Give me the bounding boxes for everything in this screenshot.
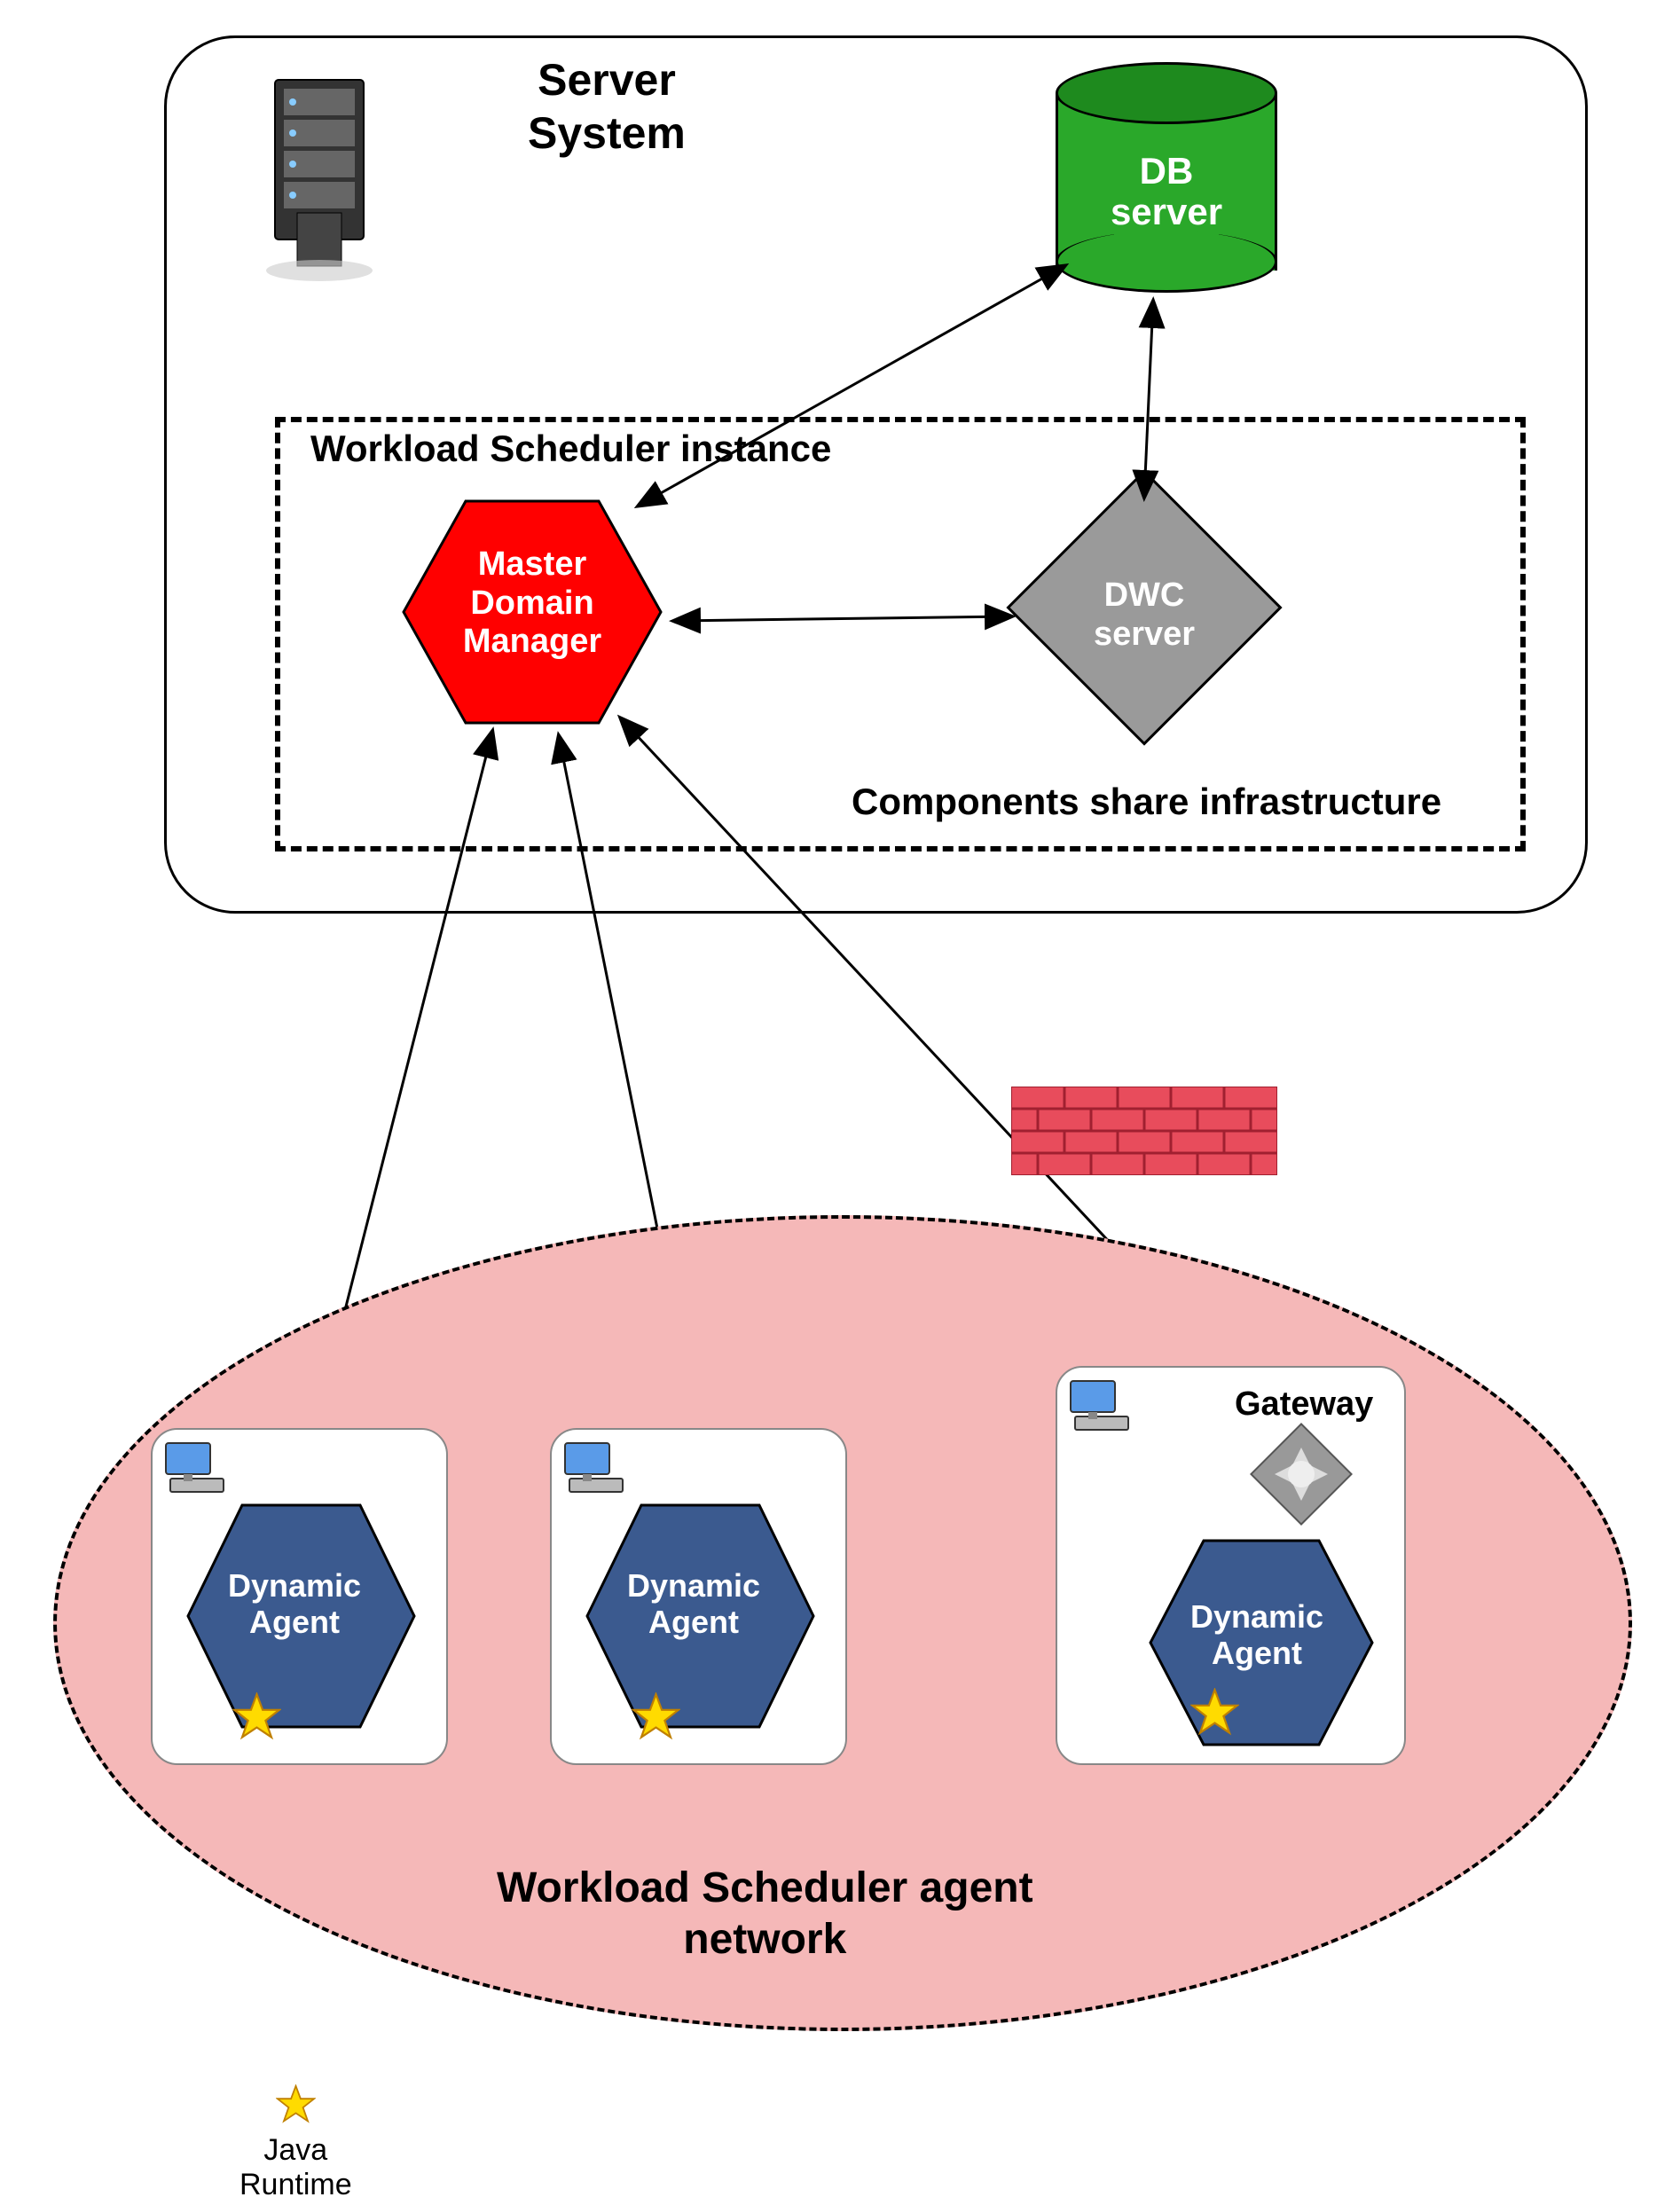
legend-text: Java Runtime [239,2133,352,2202]
dwc-label: DWC server [1007,577,1282,654]
instance-title: Workload Scheduler instance [310,428,831,470]
star-icon [232,1692,281,1741]
db-label: DB server [1056,151,1277,232]
dynamic-agent-gateway-box: Gateway Dynamic Agent [1056,1366,1406,1765]
star-icon [632,1692,680,1741]
server-title-line1: Server [538,55,676,105]
star-icon [1190,1688,1239,1737]
db-server-node: DB server [1056,62,1277,293]
firewall-icon [1011,1087,1277,1175]
mdm-label: Master Domain Manager [444,545,621,662]
legend-java-runtime: Java Runtime [239,2084,352,2202]
server-rack-icon [248,71,408,293]
computer-icon [561,1439,632,1501]
gateway-label: Gateway [1235,1385,1373,1424]
agent-label-3: Dynamic Agent [1168,1598,1346,1672]
diagram-canvas: Server System DB server Workload Schedul… [0,0,1680,2205]
components-share-text: Components share infrastructure [852,781,1441,823]
gateway-icon [1248,1421,1354,1527]
dwc-server-node: DWC server [1007,470,1282,745]
dynamic-agent-box-1: Dynamic Agent [151,1428,448,1765]
computer-icon [161,1439,232,1501]
star-icon [276,2084,316,2124]
agent-label-1: Dynamic Agent [206,1567,383,1641]
server-system-title: Server System [528,53,686,160]
server-title-line2: System [528,108,686,158]
agent-network-title: Workload Scheduler agent network [497,1863,1033,1965]
dynamic-agent-box-2: Dynamic Agent [550,1428,847,1765]
computer-icon [1066,1377,1137,1439]
agent-label-2: Dynamic Agent [605,1567,782,1641]
